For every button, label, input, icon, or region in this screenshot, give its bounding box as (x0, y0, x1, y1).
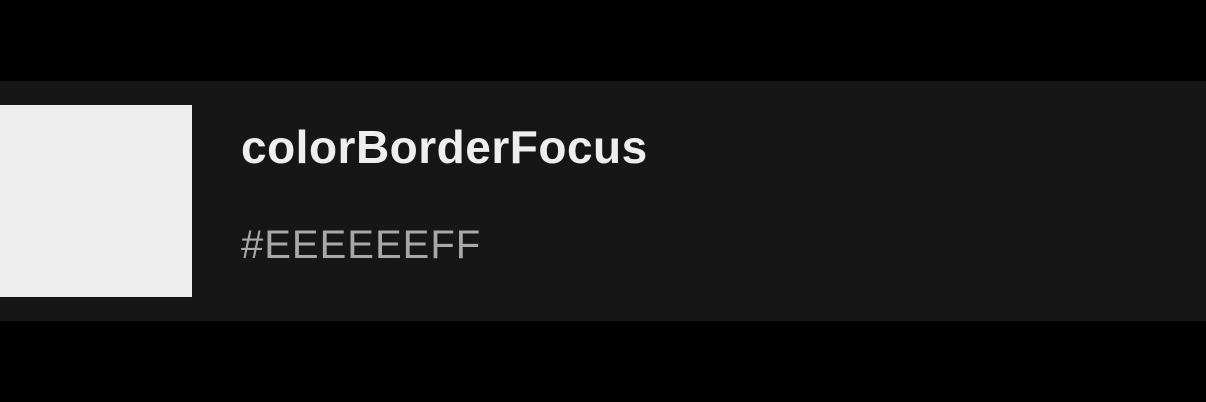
page: colorBorderFocus #EEEEEEFF (0, 0, 1206, 402)
token-value: #EEEEEEFF (241, 223, 482, 267)
color-token-row: colorBorderFocus #EEEEEEFF (0, 81, 1206, 321)
token-name: colorBorderFocus (241, 121, 648, 173)
color-swatch (0, 105, 192, 297)
